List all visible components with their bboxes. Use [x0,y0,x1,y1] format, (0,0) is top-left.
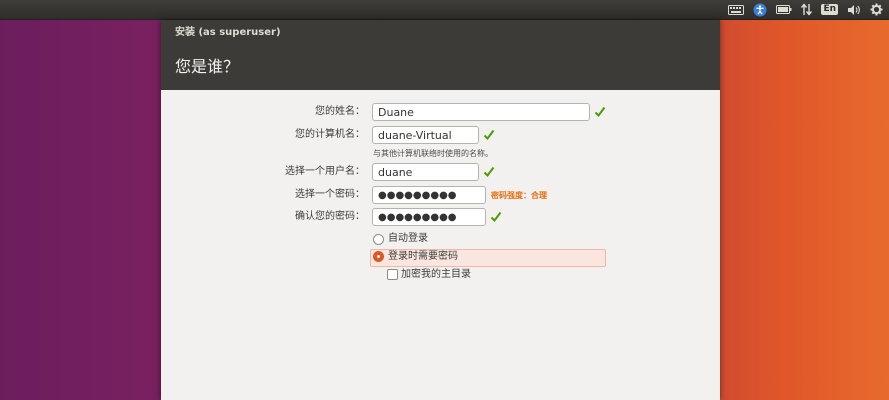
window-title: 安装 (as superuser) [175,27,281,38]
name-label: 您的姓名： [315,106,365,117]
language-icon[interactable]: En [821,1,838,18]
confirm-password-field[interactable] [372,208,486,226]
battery-icon[interactable] [776,1,792,18]
window-titlebar: 安装 (as superuser) 您是谁？ [161,20,720,90]
password-strength-text: 密码强度：合理 [491,191,547,200]
name-field[interactable] [372,103,590,121]
auto-login-label[interactable]: 自动登录 [388,232,428,246]
accessibility-icon[interactable] [753,1,767,18]
system-tray: En [728,1,883,18]
name-valid-check-icon [594,106,606,118]
password-field[interactable] [372,186,486,204]
installer-window: 安装 (as superuser) 您是谁？ 您的姓名： 您的计算机名： 与其他… [161,20,720,400]
confirm-password-label: 确认您的密码： [295,211,365,222]
computer-name-hint: 与其他计算机联络时使用的名称。 [373,149,493,158]
encrypt-home-label[interactable]: 加密我的主目录 [401,268,471,282]
confirm-password-valid-check-icon [490,211,502,223]
gear-icon[interactable] [870,1,883,18]
network-icon[interactable] [801,1,813,18]
require-password-radio[interactable] [373,251,384,262]
computer-name-label: 您的计算机名： [295,129,365,140]
username-label: 选择一个用户名： [285,166,365,177]
keyboard-icon[interactable] [728,1,745,18]
require-password-label[interactable]: 登录时需要密码 [388,250,458,264]
language-badge: En [821,4,838,15]
page-title: 您是谁？ [175,57,240,76]
encrypt-home-checkbox[interactable] [387,269,398,280]
computer-name-field[interactable] [372,126,479,144]
username-field[interactable] [372,163,479,181]
volume-icon[interactable] [847,1,861,18]
password-label: 选择一个密码： [295,189,365,200]
auto-login-radio[interactable] [373,234,384,245]
username-valid-check-icon [483,166,495,178]
computer-name-valid-check-icon [483,129,495,141]
top-panel: En [0,0,889,20]
